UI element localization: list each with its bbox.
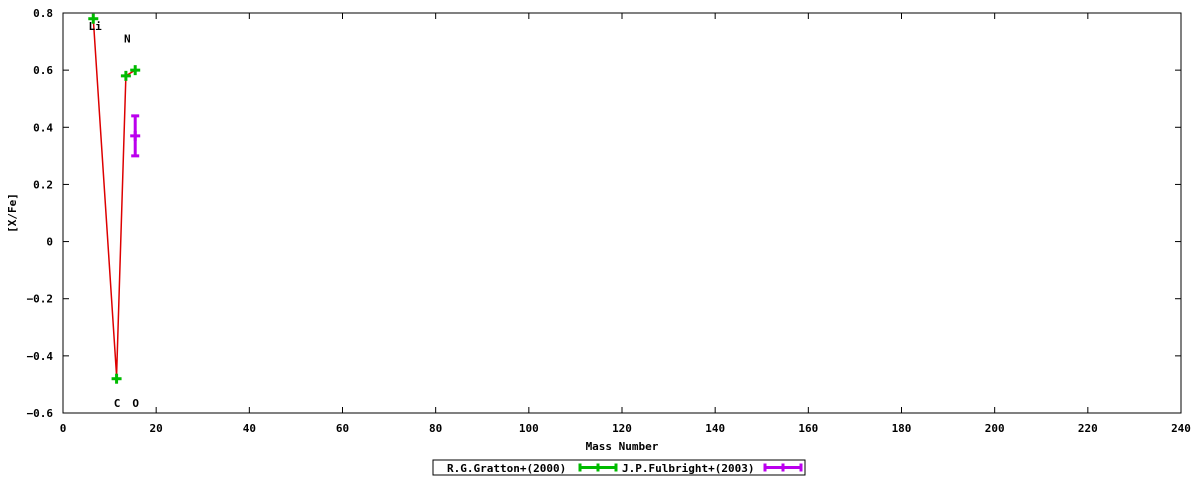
x-tick-label: 40	[243, 422, 256, 435]
element-label: C	[114, 397, 121, 410]
element-label: Li	[89, 20, 103, 33]
x-tick-label: 120	[612, 422, 632, 435]
plot-frame	[62, 12, 1182, 414]
gratton-point	[120, 70, 131, 81]
axis-ticks: 0 20 40 60 80 100 120 140 160 180 200 220 240 −0.6 −0.…	[27, 7, 1191, 435]
fit-line	[92, 18, 136, 376]
legend: R.G.Gratton+(2000) J.P.Fulbright+(2003)	[432, 459, 806, 476]
fulbright-point	[130, 130, 141, 141]
x-tick-label: 200	[985, 422, 1005, 435]
y-tick-label: 0.8	[33, 7, 53, 20]
x-tick-label: 160	[798, 422, 818, 435]
x-tick-label: 220	[1078, 422, 1098, 435]
y-tick-label: 0.2	[33, 178, 53, 191]
x-tick-label: 20	[150, 422, 163, 435]
x-tick-label: 0	[60, 422, 67, 435]
chart-svg: 0 20 40 60 80 100 120 140 160 180 200 220 240 −0.6 −0.…	[6, 7, 1191, 476]
legend-label: J.P.Fulbright+(2003)	[622, 462, 754, 475]
element-label: N	[124, 33, 131, 46]
element-label: O	[132, 397, 139, 410]
y-axis-label: [X/Fe]	[6, 193, 19, 233]
x-tick-label: 60	[336, 422, 349, 435]
y-tick-label: 0.6	[33, 64, 53, 77]
x-tick-label: 140	[705, 422, 725, 435]
fit-line-group	[92, 18, 136, 376]
x-axis-label: Mass Number	[586, 440, 659, 453]
gratton-point	[130, 65, 141, 76]
y-tick-label: −0.2	[27, 293, 54, 306]
y-tick-label: 0.4	[33, 121, 53, 134]
x-tick-label: 240	[1171, 422, 1191, 435]
y-tick-label: −0.6	[27, 407, 54, 420]
element-annotations: Li N C O	[89, 20, 140, 410]
x-tick-label: 180	[892, 422, 912, 435]
y-tick-label: 0	[46, 236, 53, 249]
x-tick-label: 100	[519, 422, 539, 435]
x-tick-label: 80	[429, 422, 442, 435]
y-tick-label: −0.4	[27, 350, 54, 363]
legend-label: R.G.Gratton+(2000)	[447, 462, 566, 475]
gratton-point	[111, 373, 122, 384]
